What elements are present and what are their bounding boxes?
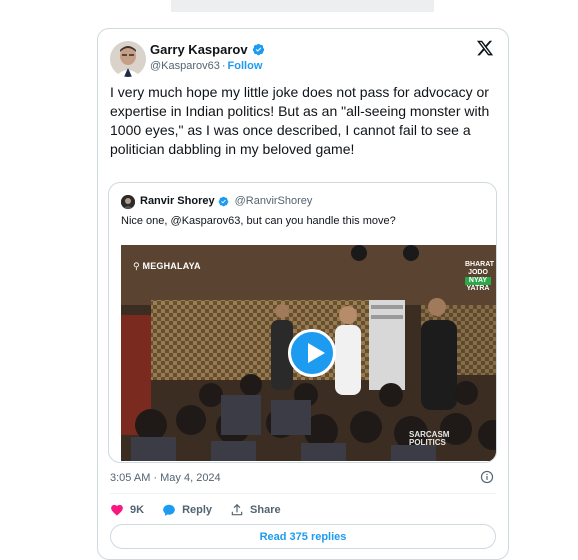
quoted-tweet-text: Nice one, @Kasparov63, but can you handl… — [121, 215, 396, 227]
quoted-author-avatar[interactable] — [121, 195, 135, 209]
x-logo-icon[interactable] — [476, 39, 494, 57]
share-button[interactable]: Share — [230, 503, 281, 517]
author-name[interactable]: Garry Kasparov — [150, 42, 265, 57]
play-icon[interactable] — [288, 329, 336, 377]
quoted-tweet[interactable]: Ranvir Shorey @RanvirShorey Nice one, @K… — [108, 182, 497, 463]
tweet-actions: 9K Reply Share — [110, 501, 299, 519]
divider — [110, 493, 496, 494]
video-player[interactable]: ⚲ MEGHALAYA BHARAT JODO NYAY YATRA SARCA… — [121, 245, 496, 461]
share-icon — [231, 503, 243, 516]
follow-link[interactable]: Follow — [228, 60, 263, 72]
author-avatar[interactable] — [110, 41, 146, 77]
yatra-logo-overlay: BHARAT JODO NYAY YATRA — [465, 261, 495, 292]
like-button[interactable]: 9K — [110, 503, 144, 517]
read-replies-button[interactable]: Read 375 replies — [110, 524, 496, 549]
reply-label: Reply — [182, 504, 213, 516]
location-label: ⚲ MEGHALAYA — [133, 261, 201, 271]
tweet-text: I very much hope my little joke does not… — [110, 84, 490, 157]
quoted-author-name[interactable]: Ranvir Shorey @RanvirShorey — [140, 195, 312, 207]
embedded-tweet-card[interactable]: Garry Kasparov @Kasparov63 · Follow I very… — [97, 28, 509, 560]
top-banner-strip — [171, 0, 434, 12]
heart-icon — [111, 504, 123, 516]
reply-bubble-icon — [163, 504, 175, 516]
verified-badge-icon — [252, 43, 264, 56]
quoted-verified-badge-icon — [218, 196, 228, 206]
location-pin-icon: ⚲ — [133, 261, 140, 271]
like-count: 9K — [130, 504, 145, 516]
separator-dot: · — [221, 60, 226, 72]
reply-button[interactable]: Reply — [162, 503, 212, 517]
info-icon[interactable] — [480, 470, 494, 484]
share-label: Share — [250, 504, 281, 516]
quoted-author-handle[interactable]: @RanvirShorey — [235, 195, 313, 207]
author-handle-row: @Kasparov63 · Follow — [150, 60, 262, 72]
tweet-timestamp[interactable]: 3:05 AM · May 4, 2024 — [110, 472, 221, 484]
video-watermark: SARCASM POLITICS — [409, 430, 450, 447]
author-handle[interactable]: @Kasparov63 — [150, 60, 220, 72]
